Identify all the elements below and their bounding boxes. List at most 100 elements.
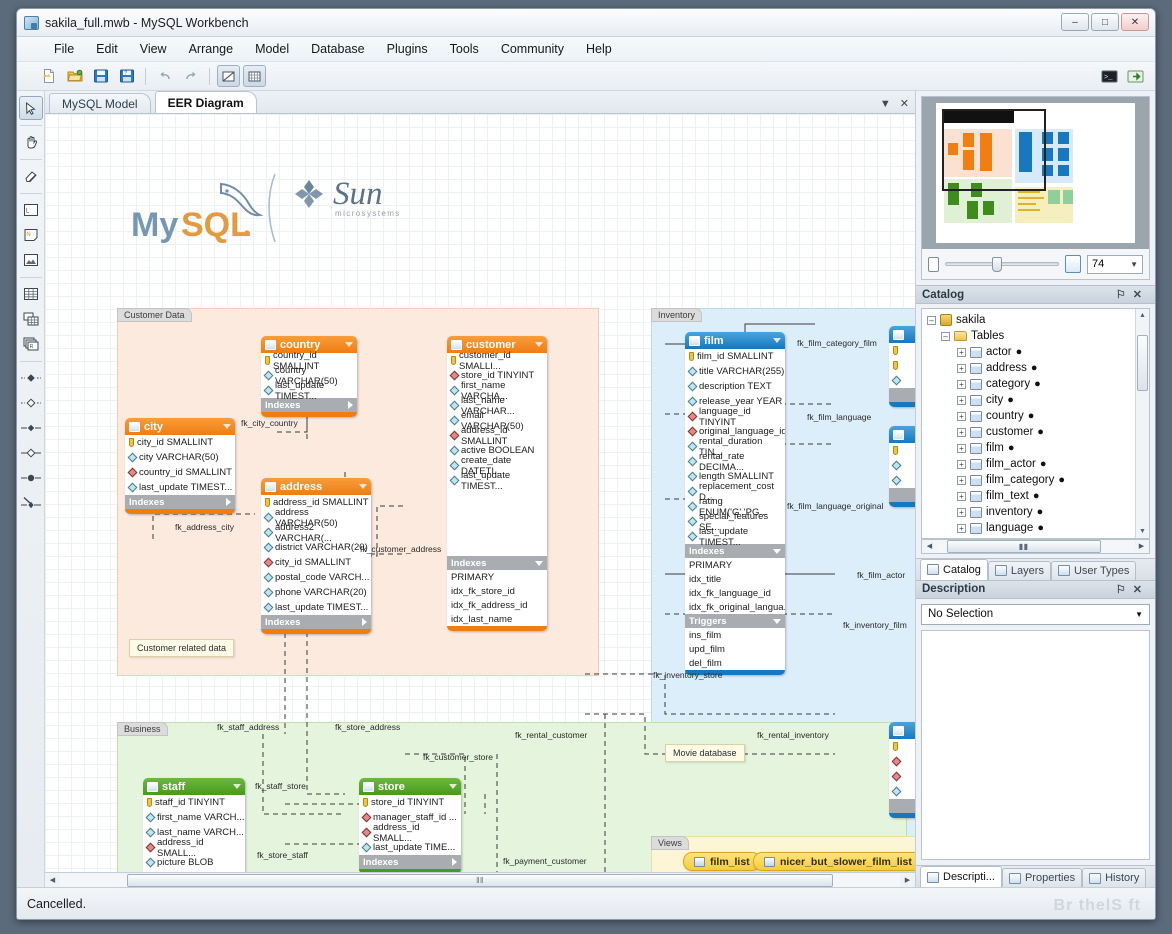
expand-icon[interactable]: + — [957, 508, 966, 517]
tree-node-film[interactable]: +film● — [925, 440, 1149, 456]
column[interactable]: store_id TINYINT — [359, 795, 461, 810]
column[interactable]: last_update TIMEST... — [685, 529, 785, 544]
table-store[interactable]: store store_id TINYINTmanager_staff_id .… — [359, 778, 461, 872]
column[interactable]: city VARCHAR(50) — [125, 450, 235, 465]
column[interactable]: address_id SMALL... — [359, 825, 461, 840]
section-item[interactable]: idx_last_name — [447, 612, 547, 626]
close-icon[interactable]: ✕ — [1133, 288, 1142, 301]
scroll-thumb[interactable]: ‖‖ — [127, 874, 833, 887]
chevron-down-icon[interactable]: ▼ — [1130, 260, 1138, 269]
column[interactable]: first_name VARCH... — [143, 810, 245, 825]
relation-1n-non-identifying-tool[interactable] — [19, 391, 43, 415]
zoom-value-combo[interactable]: 74 ▼ — [1087, 255, 1143, 274]
close-button[interactable]: ✕ — [1121, 13, 1149, 31]
column[interactable]: city_id SMALLINT — [125, 435, 235, 450]
column[interactable]: title VARCHAR(255) — [685, 364, 785, 379]
column[interactable]: last_update TIME... — [359, 840, 461, 855]
zoom-slider-thumb[interactable] — [992, 257, 1002, 272]
column[interactable]: country_id SMALLINT — [125, 465, 235, 480]
menu-item-database[interactable]: Database — [300, 39, 376, 59]
scroll-track[interactable]: ‖‖ — [60, 874, 900, 887]
column[interactable]: phone VARCHAR(20) — [261, 585, 371, 600]
expand-icon[interactable]: + — [957, 396, 966, 405]
table-header[interactable] — [889, 326, 915, 343]
relation-11-identifying-tool[interactable] — [19, 416, 43, 440]
relation-1n-identifying-tool[interactable] — [19, 366, 43, 390]
tree-node-language[interactable]: +language● — [925, 520, 1149, 536]
column[interactable]: language_id TINYINT — [685, 409, 785, 424]
open-folder-icon[interactable] — [63, 65, 86, 87]
relation-pick-tool[interactable] — [19, 491, 43, 515]
menu-item-plugins[interactable]: Plugins — [376, 39, 439, 59]
triggers-section-header[interactable]: Triggers — [685, 614, 785, 628]
indexes-section-header[interactable] — [889, 388, 915, 402]
expand-icon[interactable]: + — [957, 460, 966, 469]
note-movie-database[interactable]: Movie database — [665, 744, 745, 762]
chevron-down-icon[interactable] — [345, 342, 353, 347]
undo-icon[interactable] — [153, 65, 176, 87]
image-tool[interactable] — [19, 248, 43, 272]
pin-icon[interactable]: ⚐ — [1116, 583, 1126, 596]
column[interactable]: last_update TIMEST... — [261, 383, 357, 398]
dock-tab-history[interactable]: History — [1082, 868, 1146, 887]
save-as-icon[interactable]: ? — [115, 65, 138, 87]
pointer-tool[interactable] — [19, 96, 43, 120]
table-header[interactable]: film — [685, 332, 785, 349]
tab-menu-icon[interactable]: ▼ — [880, 98, 891, 110]
expand-icon[interactable]: + — [957, 476, 966, 485]
editor-tab-eer-diagram[interactable]: EER Diagram — [155, 91, 257, 113]
table-film[interactable]: film film_id SMALLINTtitle VARCHAR(255)d… — [685, 332, 785, 675]
table-staff[interactable]: staff staff_id TINYINTfirst_name VARCH..… — [143, 778, 245, 872]
zoom-slider[interactable] — [945, 262, 1059, 266]
table-inventory-clipped[interactable] — [889, 722, 915, 818]
table-city[interactable]: city city_id SMALLINTcity VARCHAR(50)cou… — [125, 418, 235, 514]
collapse-icon[interactable]: – — [927, 316, 936, 325]
menu-item-edit[interactable]: Edit — [85, 39, 129, 59]
layer-tool[interactable]: L — [19, 198, 43, 222]
note-customer-related-data[interactable]: Customer related data — [129, 639, 234, 657]
menu-item-model[interactable]: Model — [244, 39, 300, 59]
tab-close-icon[interactable]: ✕ — [900, 97, 909, 110]
save-icon[interactable] — [89, 65, 112, 87]
chevron-right-icon[interactable] — [348, 401, 353, 409]
tree-node-film_category[interactable]: +film_category● — [925, 472, 1149, 488]
table-address[interactable]: address address_id SMALLINTaddress VARCH… — [261, 478, 371, 634]
column[interactable]: rental_rate DECIMA... — [685, 454, 785, 469]
catalog-hscrollbar[interactable]: ◀ ▮▮ ▶ — [921, 539, 1150, 554]
section-item[interactable]: ins_film — [685, 628, 785, 642]
chevron-down-icon[interactable] — [773, 549, 781, 554]
collapse-icon[interactable]: – — [941, 332, 950, 341]
table-tool[interactable] — [19, 282, 43, 306]
column[interactable]: email VARCHAR(50) — [143, 870, 245, 872]
tree-node-tables[interactable]: – Tables — [925, 328, 1149, 344]
zoom-out-icon[interactable] — [928, 257, 939, 272]
catalog-vscrollbar[interactable]: ▲ ▼ — [1135, 309, 1149, 538]
column[interactable]: address_id SMALLINT — [447, 428, 547, 443]
tree-node-city[interactable]: +city● — [925, 392, 1149, 408]
section-item[interactable]: idx_fk_original_langua... — [685, 600, 785, 614]
tree-node-film_text[interactable]: +film_text● — [925, 488, 1149, 504]
editor-tab-mysql-model[interactable]: MySQL Model — [49, 93, 151, 113]
scroll-left-arrow[interactable]: ◀ — [45, 874, 60, 887]
column[interactable]: address2 VARCHAR(... — [261, 525, 371, 540]
grid-icon[interactable] — [243, 65, 266, 87]
view-nicer-but-slower-film-list[interactable]: nicer_but_slower_film_list — [753, 852, 915, 871]
menu-item-help[interactable]: Help — [575, 39, 623, 59]
tree-node-sakila[interactable]: – sakila — [925, 312, 1149, 328]
expand-icon[interactable]: + — [957, 444, 966, 453]
section-item[interactable]: idx_fk_store_id — [447, 584, 547, 598]
tree-node-actor[interactable]: +actor● — [925, 344, 1149, 360]
column[interactable]: last_update TIMEST... — [447, 473, 547, 488]
scroll-thumb[interactable]: ▮▮ — [947, 540, 1101, 553]
menu-item-view[interactable]: View — [129, 39, 178, 59]
view-film-list[interactable]: film_list — [683, 852, 761, 871]
column[interactable]: city_id SMALLINT — [261, 555, 371, 570]
navigator-thumbnail[interactable] — [922, 97, 1149, 249]
new-document-icon[interactable] — [37, 65, 60, 87]
chevron-down-icon[interactable] — [359, 484, 367, 489]
tree-node-payment[interactable]: +payment● — [925, 536, 1149, 539]
catalog-tree[interactable]: – sakila – Tables +actor●+address●+categ… — [921, 308, 1150, 539]
chevron-down-icon[interactable] — [535, 342, 543, 347]
expand-icon[interactable]: + — [957, 412, 966, 421]
navigator-viewport[interactable] — [942, 109, 1046, 191]
